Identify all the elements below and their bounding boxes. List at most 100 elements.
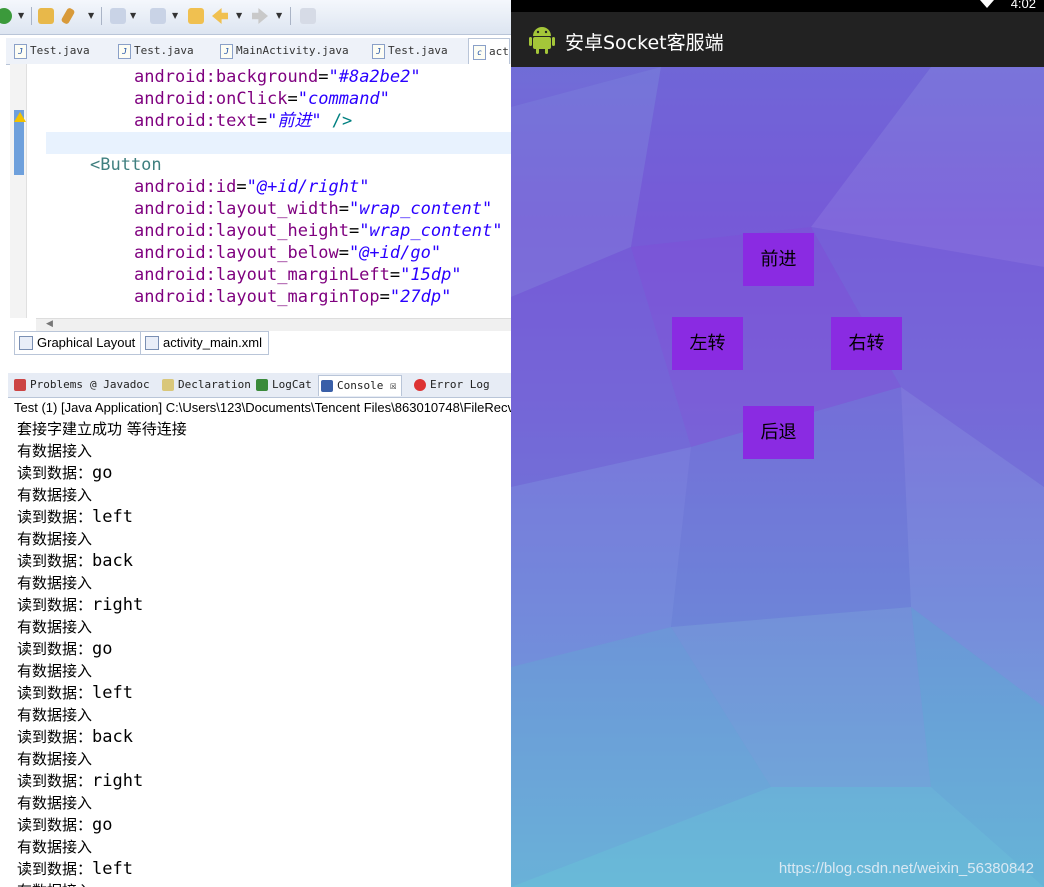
console-line: 读到数据：back — [17, 550, 511, 572]
declaration-icon — [162, 379, 174, 391]
console-line: 读到数据：left — [17, 858, 511, 880]
console-line: 读到数据：go — [17, 638, 511, 660]
tab-javadoc[interactable]: @ Javadoc — [74, 375, 150, 395]
tab-label: Error Log — [430, 378, 490, 391]
code-line: android:layout_marginTop="27dp" — [134, 286, 451, 308]
tab-label: activity_main.xml — [163, 335, 262, 350]
tab-label: MainActivity.java — [236, 44, 349, 57]
console-value: left — [92, 507, 133, 527]
console-text: 有数据接入 — [17, 662, 93, 680]
lowpoly-background — [511, 67, 1044, 887]
code-equals: = — [236, 177, 247, 197]
chevron-down-icon[interactable]: ▼ — [172, 11, 178, 20]
code-equals: = — [348, 221, 360, 241]
console-line: 读到数据：left — [17, 682, 511, 704]
console-text: 有数据接入 — [17, 794, 93, 812]
tab-declaration[interactable]: Declaration — [160, 375, 251, 395]
turn-right-button[interactable]: 右转 — [831, 317, 902, 370]
tab-mainactivity-java[interactable]: J MainActivity.java — [216, 38, 349, 64]
tab-logcat[interactable]: LogCat — [254, 375, 312, 395]
forward-arrow-icon[interactable] — [252, 8, 268, 24]
pin-editor-icon[interactable] — [300, 8, 316, 24]
chevron-down-icon[interactable]: ▼ — [88, 11, 94, 20]
scroll-left-icon[interactable]: ◀ — [46, 319, 53, 329]
close-icon[interactable]: ☒ — [390, 379, 397, 392]
console-value: back — [92, 551, 133, 571]
main-toolbar: ▼ ▼ ▼ ▼ ▼ ▼ — [0, 0, 511, 35]
tab-activity-main-xml[interactable]: c act — [468, 38, 510, 66]
code-editor[interactable]: android:background="#8a2be2" android:onCl… — [10, 64, 511, 318]
tab-label: Console — [337, 379, 384, 392]
forward-button[interactable]: 前进 — [743, 233, 814, 286]
editor-tabs: J Test.java J Test.java J MainActivity.java… — [6, 38, 511, 66]
console-line: 读到数据：left — [17, 506, 511, 528]
code-tag-close: /> — [321, 111, 353, 131]
status-bar: 4:02 — [511, 0, 1044, 12]
next-annotation-icon[interactable] — [150, 8, 166, 24]
chevron-down-icon[interactable]: ▼ — [130, 11, 136, 20]
code-value: "27dp" — [389, 287, 452, 307]
console-text: 有数据接入 — [17, 442, 93, 460]
console-line: 读到数据：go — [17, 814, 511, 836]
turn-left-button[interactable]: 左转 — [672, 317, 743, 370]
code-line: android:layout_height="wrap_content" — [134, 220, 502, 242]
code-tag: <Button — [90, 155, 162, 175]
code-line: <Button — [90, 154, 162, 176]
tab-label: Test.java — [134, 44, 194, 57]
console-text: 读到数据： — [17, 596, 93, 614]
console-line: 有数据接入 — [17, 836, 511, 858]
tab-console[interactable]: Console ☒ — [318, 375, 402, 396]
tab-test-java-3[interactable]: J Test.java — [368, 38, 448, 64]
console-output[interactable]: 套接字建立成功 等待连接 有数据接入 读到数据：go 有数据接入 读到数据：left 有数… — [17, 418, 511, 887]
console-line: 有数据接入 — [17, 528, 511, 550]
tab-test-java-1[interactable]: J Test.java — [10, 38, 90, 64]
back-button[interactable]: 后退 — [743, 406, 814, 459]
action-bar: 安卓Socket客服端 — [511, 12, 1044, 67]
code-value: "command" — [297, 89, 390, 109]
code-attribute: android:layout_below — [134, 243, 339, 263]
chevron-down-icon[interactable]: ▼ — [18, 11, 24, 20]
java-file-icon: J — [372, 44, 385, 59]
console-text: 有数据接入 — [17, 706, 93, 724]
console-line: 有数据接入 — [17, 616, 511, 638]
code-line: android:id="@+id/right" — [134, 176, 369, 198]
horizontal-scrollbar[interactable]: ◀ — [36, 318, 511, 331]
console-text: 有数据接入 — [17, 838, 93, 856]
annotation-icon[interactable] — [110, 8, 126, 24]
console-line: 有数据接入 — [17, 880, 511, 887]
console-text: 读到数据： — [17, 772, 93, 790]
xml-file-icon: c — [473, 45, 486, 60]
open-folder-icon[interactable] — [38, 8, 54, 24]
tab-label: Test.java — [388, 44, 448, 57]
console-line: 有数据接入 — [17, 572, 511, 594]
warning-icon[interactable] — [14, 112, 26, 122]
back-arrow-icon[interactable] — [212, 8, 228, 24]
toolbar-separator — [31, 7, 32, 25]
status-time: 4:02 — [1010, 0, 1036, 11]
logcat-icon — [256, 379, 268, 391]
code-attribute: android:onClick — [134, 89, 288, 109]
console-title: Test (1) [Java Application] C:\Users\123… — [14, 400, 511, 415]
run-icon[interactable] — [0, 8, 12, 24]
console-value: right — [92, 595, 144, 615]
chevron-down-icon[interactable]: ▼ — [236, 11, 242, 20]
tab-activity-main-xml-source[interactable]: activity_main.xml — [140, 331, 269, 355]
code-value: "@+id/go" — [348, 243, 442, 263]
console-line: 有数据接入 — [17, 440, 511, 462]
console-line: 有数据接入 — [17, 660, 511, 682]
console-value: go — [92, 639, 113, 659]
console-value: go — [92, 815, 113, 835]
console-line: 读到数据：back — [17, 726, 511, 748]
tab-test-java-2[interactable]: J Test.java — [114, 38, 194, 64]
console-value: go — [92, 463, 113, 483]
console-text: 有数据接入 — [17, 618, 93, 636]
tab-error-log[interactable]: Error Log — [412, 375, 490, 395]
code-attribute: android:id — [134, 177, 237, 197]
tab-graphical-layout[interactable]: Graphical Layout — [14, 331, 143, 355]
console-line: 读到数据：go — [17, 462, 511, 484]
chevron-down-icon[interactable]: ▼ — [276, 11, 282, 20]
wand-icon[interactable] — [60, 7, 76, 25]
last-edit-icon[interactable] — [188, 8, 204, 24]
tab-problems[interactable]: Problems — [12, 375, 83, 395]
problems-icon — [14, 379, 26, 391]
